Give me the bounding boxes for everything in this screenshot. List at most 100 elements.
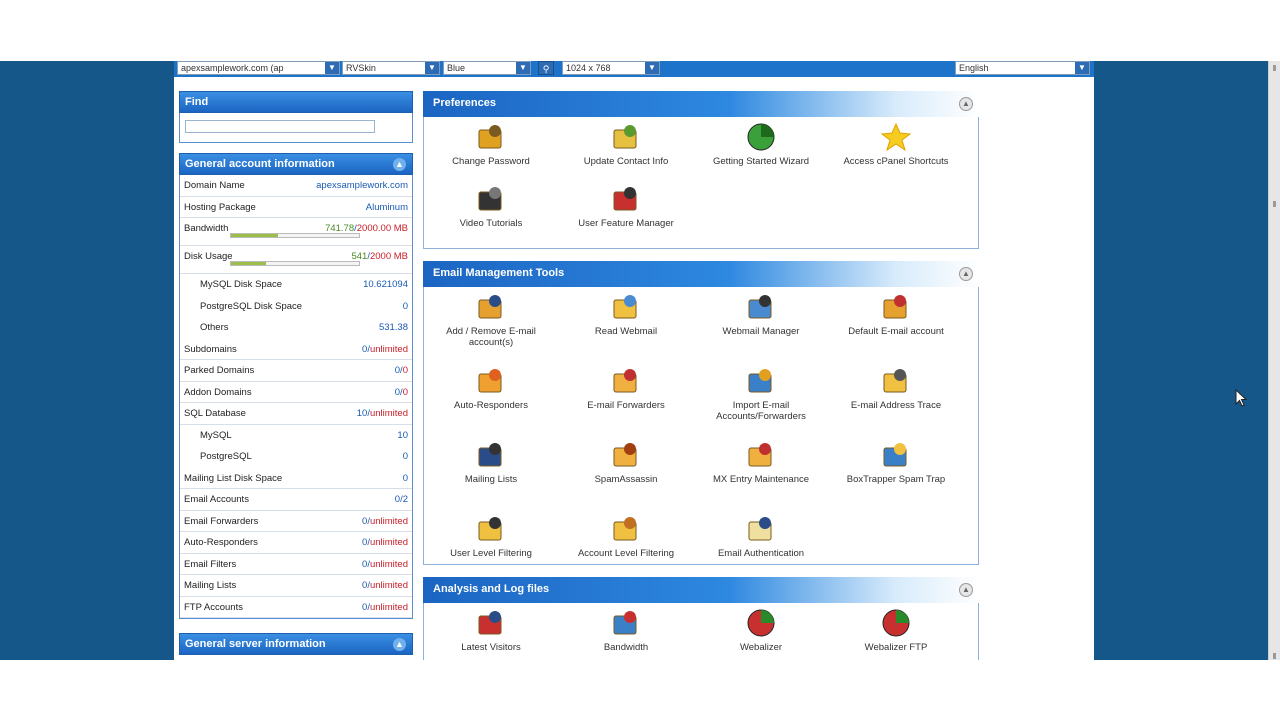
tool-label: Mailing Lists [464, 474, 518, 485]
section-header[interactable]: Preferences [423, 91, 979, 117]
tool-webalizer-ftp[interactable]: Webalizer FTP [831, 608, 961, 653]
stat-label: SQL Database [184, 408, 246, 419]
tool-wizard[interactable]: Getting Started Wizard [696, 122, 826, 167]
tool-webalizer[interactable]: Webalizer [696, 608, 826, 653]
stat-label: Others [200, 322, 229, 333]
skin-select[interactable]: RVSkin ▼ [342, 61, 440, 75]
usage-bar [230, 233, 360, 238]
tool-account-filter[interactable]: Account Level Filtering [561, 514, 691, 559]
stat-label: Mailing Lists [184, 580, 237, 591]
mailing-list-icon [476, 440, 506, 470]
usage-bar-fill [231, 262, 266, 265]
section-preferences: Preferences ▲ Change Password Update Cont… [423, 91, 979, 249]
stat-value: 10 [397, 429, 408, 441]
tool-label: User Feature Manager [578, 218, 674, 229]
tool-import[interactable]: Import E-mail Accounts/Forwarders [696, 366, 826, 422]
email-auth-icon [746, 514, 776, 544]
stat-value: 0 [402, 472, 408, 484]
chevron-down-icon: ▼ [1075, 62, 1089, 74]
stat-row: Auto-Responders 0/unlimited [180, 532, 412, 554]
stat-row: Mailing List Disk Space 0 [180, 468, 412, 489]
stat-label: Hosting Package [184, 201, 256, 213]
stat-used: 0/ [362, 580, 370, 591]
tool-spam[interactable]: SpamAssassin [561, 440, 691, 485]
find-header: Find [179, 91, 413, 113]
tool-autoresponder[interactable]: Auto-Responders [426, 366, 556, 411]
scrollbar[interactable] [1268, 61, 1280, 660]
left-column: Find General account information ▲ Domai… [179, 91, 413, 655]
tool-label: Webmail Manager [722, 326, 800, 337]
account-stats-list: Domain Name apexsamplework.com Hosting Pac… [179, 175, 413, 619]
stat-limit: unlimited [369, 558, 408, 570]
tool-label: Import E-mail Accounts/Forwarders [716, 400, 806, 422]
stat-label: PostgreSQL Disk Space [200, 300, 303, 312]
section-header[interactable]: Email Management Tools [423, 261, 979, 287]
stat-row: Mailing Lists 0/unlimited [180, 575, 412, 597]
resolution-select[interactable]: 1024 x 768 ▼ [562, 61, 660, 75]
tool-users[interactable]: User Feature Manager [561, 184, 691, 229]
tool-mx[interactable]: MX Entry Maintenance [696, 440, 826, 485]
webalizer-ftp-icon [881, 608, 911, 638]
language-select[interactable]: English ▼ [955, 61, 1090, 75]
tool-mailing-list[interactable]: Mailing Lists [426, 440, 556, 485]
tool-trace[interactable]: E-mail Address Trace [831, 366, 961, 411]
users-icon [611, 184, 641, 214]
bandwidth-icon [611, 608, 641, 638]
spam-icon [611, 440, 641, 470]
stat-label: Disk Usage [184, 251, 233, 262]
tool-boxtrapper[interactable]: BoxTrapper Spam Trap [831, 440, 961, 485]
stat-label: PostgreSQL [200, 451, 252, 462]
collapse-icon[interactable]: ▲ [959, 267, 973, 281]
search-button[interactable]: ⚲ [538, 61, 554, 75]
stat-label: MySQL [200, 429, 232, 441]
tool-contact-card[interactable]: Update Contact Info [561, 122, 691, 167]
wizard-icon [746, 122, 776, 152]
collapse-icon[interactable]: ▲ [393, 638, 406, 651]
browser-viewport: apexsamplework.com (ap ▼ RVSkin ▼ Blue ▼… [0, 61, 1280, 660]
stat-limit: 0 [402, 386, 408, 398]
general-server-header[interactable]: General server information ▲ [179, 633, 413, 655]
collapse-icon[interactable]: ▲ [959, 583, 973, 597]
tool-webmail[interactable]: Read Webmail [561, 292, 691, 337]
collapse-icon[interactable]: ▲ [959, 97, 973, 111]
tool-visitor[interactable]: Latest Visitors [426, 608, 556, 653]
section-email: Email Management Tools ▲ Add / Remove E-… [423, 261, 979, 565]
tool-email-auth[interactable]: Email Authentication [696, 514, 826, 559]
stat-row: Addon Domains 0/0 [180, 382, 412, 403]
stat-row: Hosting Package Aluminum [180, 197, 412, 218]
usage-bar [230, 261, 360, 266]
tool-default-email[interactable]: Default E-mail account [831, 292, 961, 337]
tool-label: SpamAssassin [594, 474, 658, 485]
tool-star[interactable]: Access cPanel Shortcuts [831, 122, 961, 167]
stat-value: 0/0 [395, 387, 408, 398]
tool-email-account[interactable]: Add / Remove E-mail account(s) [426, 292, 556, 348]
find-input[interactable] [185, 120, 375, 133]
collapse-icon[interactable]: ▲ [393, 158, 406, 171]
tool-webmail-manager[interactable]: Webmail Manager [696, 292, 826, 337]
top-toolbar: apexsamplework.com (ap ▼ RVSkin ▼ Blue ▼… [174, 61, 1094, 77]
tool-label: Bandwidth [603, 642, 649, 653]
tool-film[interactable]: Video Tutorials [426, 184, 556, 229]
stat-value: 0 [402, 300, 408, 312]
tool-label: Latest Visitors [461, 642, 521, 653]
tool-label: Getting Started Wizard [712, 156, 810, 167]
stat-limit: 2000.00 MB [356, 223, 408, 234]
stat-label: FTP Accounts [184, 601, 243, 613]
stat-row: FTP Accounts 0/unlimited [180, 597, 412, 618]
domain-select[interactable]: apexsamplework.com (ap ▼ [177, 61, 340, 75]
usage-bar-fill [231, 234, 279, 237]
tool-user-filter[interactable]: User Level Filtering [426, 514, 556, 559]
stat-value: 0/unlimited [362, 537, 408, 548]
webmail-manager-icon [746, 292, 776, 322]
stat-limit: 0 [402, 365, 408, 376]
tool-label: Email Authentication [717, 548, 805, 559]
tool-forwarder[interactable]: E-mail Forwarders [561, 366, 691, 411]
stat-row: Subdomains 0/unlimited [180, 339, 412, 360]
color-select[interactable]: Blue ▼ [443, 61, 531, 75]
section-header[interactable]: Analysis and Log files [423, 577, 979, 603]
tool-bandwidth[interactable]: Bandwidth [561, 608, 691, 653]
general-account-header[interactable]: General account information ▲ [179, 153, 413, 175]
stat-row: Email Accounts 0/2 [180, 489, 412, 511]
tool-lock[interactable]: Change Password [426, 122, 556, 167]
stat-value: 0 [402, 451, 408, 462]
